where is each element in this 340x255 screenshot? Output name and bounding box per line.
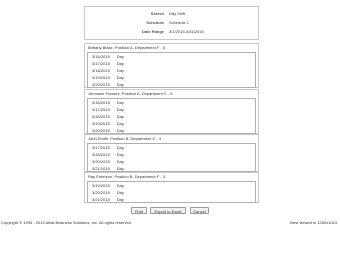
- shift-date: 3/20/2015: [92, 159, 110, 164]
- summary-row-schedule: Schedule Schedule 1: [85, 19, 258, 27]
- summary-row-date-range: Date Range 3/1/2015-3/31/2015: [85, 28, 258, 36]
- list-item[interactable]: 3/20/2015 Day: [88, 189, 255, 196]
- shift-date: 3/17/2015: [92, 145, 110, 150]
- shift-date: 3/16/2015: [92, 54, 110, 59]
- list-item[interactable]: 3/20/2015 Day: [88, 81, 255, 88]
- list-item[interactable]: 3/19/2015 Day: [88, 74, 255, 81]
- employee-group: Ray Emerson, Position B, Department F - …: [84, 172, 259, 203]
- employee-group-header: Ray Emerson, Position B, Department F - …: [88, 174, 165, 179]
- shift-name: Day: [116, 152, 124, 157]
- shift-name: Day: [116, 75, 124, 80]
- print-button[interactable]: Print: [131, 207, 147, 214]
- shift-name: Day: [116, 54, 124, 59]
- shift-name: Day: [116, 128, 124, 133]
- cancel-button[interactable]: Cancel: [190, 207, 209, 214]
- schedule-value: Schedule 1: [169, 20, 190, 25]
- shift-date: 3/19/2015: [92, 75, 110, 80]
- shift-date: 3/20/2015: [92, 82, 110, 87]
- shift-name: Day: [116, 145, 124, 150]
- shift-name: Day: [116, 190, 124, 195]
- shift-list[interactable]: 3/16/2015 Day 3/17/2015 Day 3/18/2015 Day 3…: [87, 52, 256, 88]
- shift-date: 3/21/2015: [92, 166, 110, 171]
- search-label: Search: [150, 11, 164, 16]
- shift-date: 3/20/2015: [92, 190, 110, 195]
- shift-name: Day: [116, 107, 124, 112]
- action-button-bar: Print Export to Excel Cancel: [0, 207, 340, 215]
- shift-date: 3/17/2015: [92, 107, 110, 112]
- shift-name: Day: [116, 114, 124, 119]
- date-range-value: 3/1/2015-3/31/2015: [169, 29, 204, 34]
- employee-group-header: John Smith, Position B, Department K - 4: [88, 136, 161, 141]
- list-item[interactable]: 3/16/2015 Day: [88, 53, 255, 60]
- shift-list[interactable]: 3/17/2015 Day 3/18/2015 Day 3/20/2015 Day 3…: [87, 143, 256, 172]
- copyright-notice: Copyright © 1995 - 2013 Atlas Business S…: [1, 220, 133, 225]
- employee-group: Brittany Blake, Position A, Department F…: [84, 43, 259, 88]
- shift-list[interactable]: 3/16/2015 Day 3/17/2015 Day 3/18/2015 Day 3…: [87, 98, 256, 134]
- date-range-label: Date Range: [141, 29, 164, 34]
- shift-date: 3/18/2015: [92, 152, 110, 157]
- shift-date: 3/20/2015: [92, 128, 110, 133]
- shift-date: 3/19/2015: [92, 183, 110, 188]
- employee-group: John Smith, Position B, Department K - 4…: [84, 134, 259, 172]
- shift-name: Day: [116, 121, 124, 126]
- shift-date: 3/17/2015: [92, 61, 110, 66]
- list-item[interactable]: 3/18/2015 Day: [88, 113, 255, 120]
- employee-group-header: Jermaine Flowers, Position A, Department…: [88, 91, 173, 96]
- list-item[interactable]: 3/16/2015 Day: [88, 99, 255, 106]
- search-value: Day Shift: [169, 11, 186, 16]
- shift-name: Day: [116, 183, 124, 188]
- shift-name: Day: [116, 61, 124, 66]
- best-viewed-note: Best viewed in 1280x1024: [290, 220, 337, 225]
- list-item[interactable]: 3/19/2015 Day: [88, 120, 255, 127]
- list-item[interactable]: 3/18/2015 Day: [88, 67, 255, 74]
- schedule-label: Schedule: [146, 20, 164, 25]
- shift-date: 3/21/2015: [92, 197, 110, 202]
- shift-list[interactable]: 3/19/2015 Day 3/20/2015 Day 3/21/2015 Day: [87, 181, 256, 203]
- shift-date: 3/18/2015: [92, 114, 110, 119]
- list-item[interactable]: 3/21/2015 Day: [88, 196, 255, 203]
- list-item[interactable]: 3/18/2015 Day: [88, 151, 255, 158]
- shift-date: 3/16/2015: [92, 100, 110, 105]
- list-item[interactable]: 3/19/2015 Day: [88, 182, 255, 189]
- summary-row-search: Search Day Shift: [85, 10, 258, 18]
- list-item[interactable]: 3/20/2015 Day: [88, 127, 255, 134]
- shift-name: Day: [116, 68, 124, 73]
- list-item[interactable]: 3/21/2015 Day: [88, 165, 255, 172]
- shift-name: Day: [116, 100, 124, 105]
- shift-name: Day: [116, 82, 124, 87]
- list-item[interactable]: 3/17/2015 Day: [88, 144, 255, 151]
- list-item[interactable]: 3/17/2015 Day: [88, 106, 255, 113]
- report-summary-panel: Search Day Shift Schedule Schedule 1 Dat…: [84, 6, 259, 40]
- employee-group: Jermaine Flowers, Position A, Department…: [84, 89, 259, 134]
- shift-name: Day: [116, 159, 124, 164]
- employee-group-header: Brittany Blake, Position A, Department F…: [88, 45, 166, 50]
- list-item[interactable]: 3/17/2015 Day: [88, 60, 255, 67]
- shift-date: 3/18/2015: [92, 68, 110, 73]
- shift-name: Day: [116, 197, 124, 202]
- export-to-excel-button[interactable]: Export to Excel: [150, 207, 186, 214]
- list-item[interactable]: 3/20/2015 Day: [88, 158, 255, 165]
- shift-date: 3/19/2015: [92, 121, 110, 126]
- shift-name: Day: [116, 166, 124, 171]
